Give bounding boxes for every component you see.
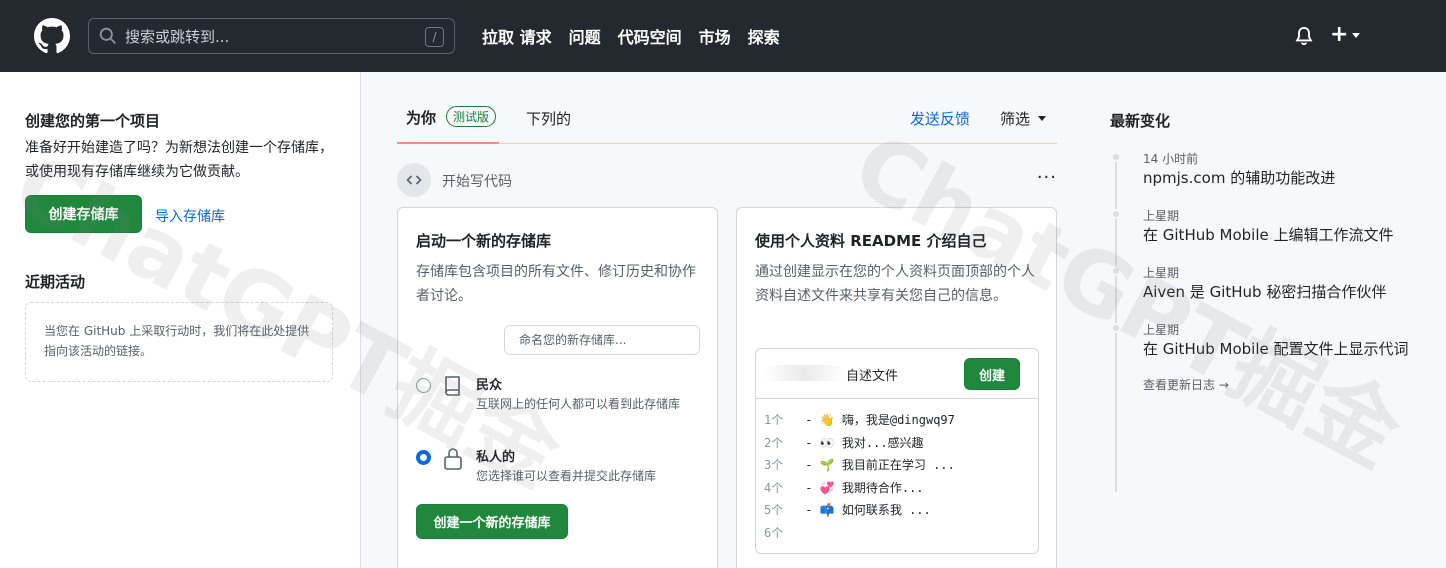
readme-line: 3个 - 🌱 我目前正在学习 ... <box>764 458 955 472</box>
change-time: 上星期 <box>1143 209 1180 223</box>
search-bar[interactable]: 搜索或跳转到... / <box>88 18 455 54</box>
lock-icon <box>444 448 462 470</box>
readme-line: 1个 - 👋 嗨，我是@dingwq97 <box>764 413 955 427</box>
blurred-username <box>764 365 844 381</box>
bell-icon[interactable] <box>1294 26 1314 46</box>
public-description: 互联网上的任何人都可以看到此存储库 <box>476 397 681 411</box>
latest-changes-title: 最新变化 <box>1110 112 1171 130</box>
timeline-dot <box>1111 152 1121 162</box>
readme-code-lines: 1个 - 👋 嗨，我是@dingwq97 2个 - 👀 我对...感兴趣 3个 … <box>764 409 955 544</box>
change-title[interactable]: 在 GitHub Mobile 上编辑工作流文件 <box>1143 224 1394 245</box>
start-coding-section-header: 开始写代码 ··· <box>397 163 1057 197</box>
timeline-dot <box>1111 266 1121 276</box>
change-title[interactable]: Aiven 是 GitHub 秘密扫描合作伙伴 <box>1143 281 1386 302</box>
nav-issues[interactable]: 问题 <box>569 24 601 48</box>
search-shortcut-key: / <box>425 27 444 47</box>
change-time: 上星期 <box>1143 323 1180 337</box>
readme-file-label: 自述文件 <box>846 369 899 384</box>
filter-dropdown[interactable]: 筛选 <box>1000 108 1047 129</box>
change-time: 上星期 <box>1143 266 1180 280</box>
active-tab-indicator <box>397 142 499 144</box>
private-title: 私人的 <box>476 450 516 465</box>
timeline-dot <box>1111 323 1121 333</box>
create-new-dropdown[interactable]: + <box>1330 22 1361 47</box>
profile-readme-card: 使用个人资料 README 介绍自己 通过创建显示在您的个人资料页面顶部的个人资… <box>736 207 1057 568</box>
code-icon <box>397 163 431 197</box>
left-sidebar: 创建您的第一个项目 准备好开始建造了吗？为新想法创建一个存储库，或使用现有存储库… <box>0 72 361 568</box>
chevron-down-icon <box>1352 32 1361 38</box>
create-new-repository-button[interactable]: 创建一个新的存储库 <box>416 504 568 539</box>
private-radio[interactable] <box>416 450 431 465</box>
public-radio[interactable] <box>416 378 431 393</box>
create-repository-button[interactable]: 创建存储库 <box>25 195 142 233</box>
readme-line: 2个 - 👀 我对...感兴趣 <box>764 435 924 450</box>
github-logo-icon[interactable] <box>34 18 70 54</box>
start-coding-label: 开始写代码 <box>442 174 512 190</box>
readme-line: 4个 - 💞️ 我期待合作... <box>764 480 924 495</box>
timeline-line <box>1115 152 1117 492</box>
change-title[interactable]: 在 GitHub Mobile 配置文件上显示代词 <box>1143 338 1409 359</box>
readme-card-description: 通过创建显示在您的个人资料页面顶部的个人资料自述文件来共享有关您自己的信息。 <box>755 264 1035 304</box>
recent-activity-empty-state: 当您在 GitHub 上采取行动时，我们将在此处提供指向该活动的链接。 <box>25 302 333 382</box>
new-repo-card-description: 存储库包含项目的所有文件、修订历史和协作者讨论。 <box>416 264 696 304</box>
public-title: 民众 <box>476 378 503 393</box>
readme-preview-header: 自述文件 创建 <box>756 349 1038 399</box>
repository-name-input[interactable]: 命名您的新存储库... <box>504 325 700 355</box>
recent-activity-title: 近期活动 <box>25 273 86 291</box>
search-icon <box>99 27 116 44</box>
new-repo-card-title: 启动一个新的存储库 <box>416 232 552 250</box>
feed-tabs: 为你 测试版 下列的 发送反馈 筛选 <box>397 100 1057 144</box>
global-nav: 拉取 请求 问题 代码空间 市场 探索 <box>482 24 780 48</box>
timeline-dot <box>1111 209 1121 219</box>
kebab-menu-icon[interactable]: ··· <box>1037 167 1057 188</box>
readme-line: 6个 <box>764 525 784 540</box>
top-header: 搜索或跳转到... / 拉取 请求 问题 代码空间 市场 探索 + <box>0 0 1446 72</box>
change-time: 14 小时前 <box>1143 152 1199 166</box>
nav-pull-requests[interactable]: 拉取 请求 <box>482 24 552 48</box>
filter-label: 筛选 <box>1000 110 1031 128</box>
chevron-down-icon <box>1038 116 1047 121</box>
import-repository-link[interactable]: 导入存储库 <box>155 206 225 226</box>
nav-codespaces[interactable]: 代码空间 <box>618 24 682 48</box>
nav-marketplace[interactable]: 市场 <box>699 24 731 48</box>
create-readme-button[interactable]: 创建 <box>964 358 1020 390</box>
nav-explore[interactable]: 探索 <box>748 24 780 48</box>
first-project-title: 创建您的第一个项目 <box>25 112 161 130</box>
send-feedback-link[interactable]: 发送反馈 <box>910 108 970 129</box>
tab-for-you[interactable]: 为你 <box>406 107 436 128</box>
beta-badge: 测试版 <box>446 106 497 127</box>
tab-following[interactable]: 下列的 <box>526 108 571 129</box>
first-project-description: 准备好开始建造了吗？为新想法创建一个存储库，或使用现有存储库继续为它做贡献。 <box>25 140 333 180</box>
plus-icon: + <box>1330 22 1349 47</box>
new-repository-card: 启动一个新的存储库 存储库包含项目的所有文件、修订历史和协作者讨论。 命名您的新… <box>397 207 718 568</box>
view-changelog-link[interactable]: 查看更新日志 → <box>1143 376 1229 393</box>
readme-card-title: 使用个人资料 README 介绍自己 <box>755 232 987 250</box>
private-description: 您选择谁可以查看并提交此存储库 <box>476 469 657 483</box>
repo-book-icon <box>445 376 460 396</box>
search-placeholder: 搜索或跳转到... <box>125 27 230 46</box>
readme-preview: 自述文件 创建 1个 - 👋 嗨，我是@dingwq97 2个 - 👀 我对..… <box>755 348 1039 554</box>
change-title[interactable]: npmjs.com 的辅助功能改进 <box>1143 167 1335 188</box>
readme-line: 5个 - 📫 如何联系我 ... <box>764 503 931 517</box>
